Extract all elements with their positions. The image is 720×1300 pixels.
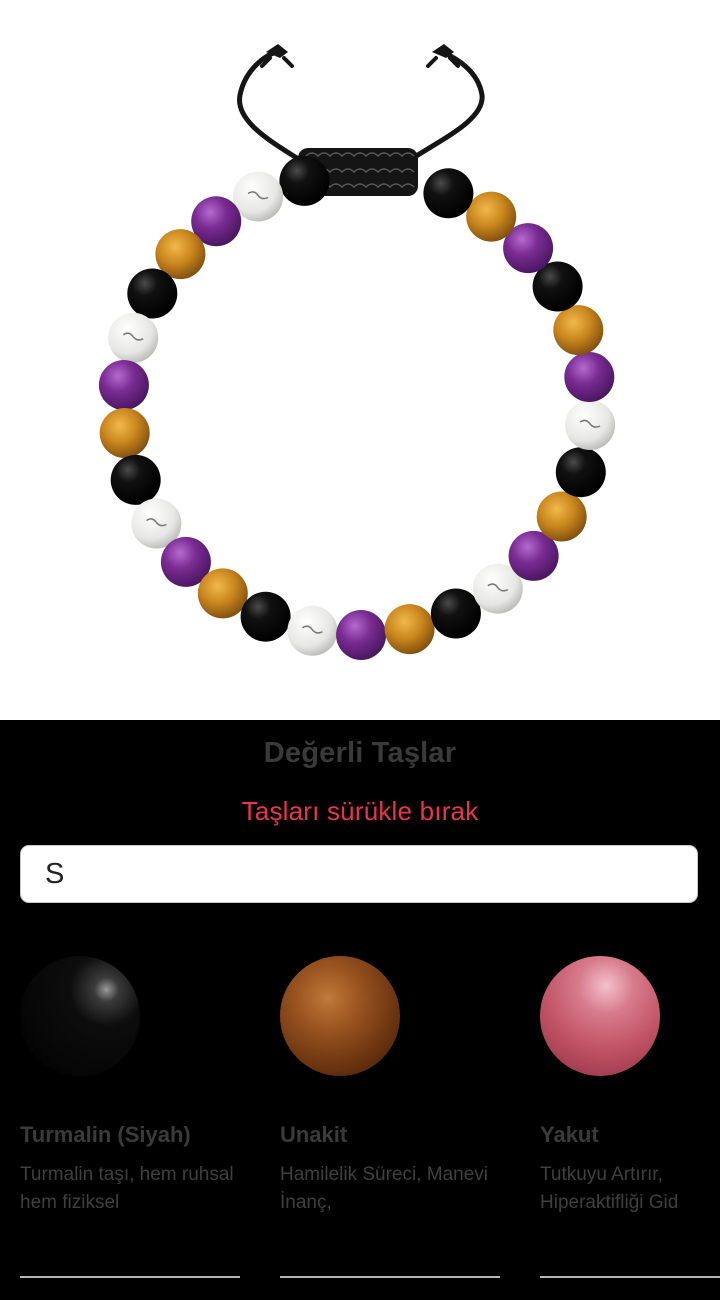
- divider: [280, 1276, 500, 1278]
- tiger-bead[interactable]: [197, 568, 248, 619]
- purple-bead[interactable]: [336, 610, 387, 660]
- cord-left: [237, 49, 303, 163]
- tiger-bead[interactable]: [553, 305, 604, 356]
- purple-bead[interactable]: [564, 352, 615, 402]
- panel-title: Değerli Taşlar: [263, 737, 457, 769]
- black-bead[interactable]: [430, 588, 481, 639]
- stone-description: Tutkuyu Artırır, Hiperaktifliği Gid: [540, 1164, 679, 1213]
- stone-card-unakit[interactable]: Unakit Hamilelik Süreci, Manevi İnanç,: [260, 950, 500, 1280]
- tiger-bead[interactable]: [536, 491, 587, 542]
- stone-image[interactable]: [280, 956, 400, 1076]
- stone-image[interactable]: [540, 956, 660, 1076]
- stone-name: Turmalin (Siyah): [20, 1122, 191, 1147]
- tiger-bead[interactable]: [99, 408, 150, 458]
- bead-ring[interactable]: [98, 155, 616, 660]
- black-bead[interactable]: [423, 168, 474, 219]
- search-input[interactable]: [20, 845, 698, 903]
- stone-name: Unakit: [280, 1122, 348, 1147]
- cord-right: [407, 49, 485, 163]
- bracelet-canvas[interactable]: [0, 0, 720, 720]
- black-bead[interactable]: [555, 447, 606, 498]
- tiger-bead[interactable]: [384, 604, 435, 655]
- black-bead[interactable]: [279, 155, 330, 206]
- drag-drop-hint: Taşları sürükle bırak: [241, 796, 479, 826]
- stone-description: Turmalin taşı, hem ruhsal hem fiziksel: [20, 1164, 234, 1213]
- bracelet-preview[interactable]: [0, 0, 720, 720]
- stone-card-yakut[interactable]: Yakut Tutkuyu Artırır, Hiperaktifliği Gi…: [520, 950, 720, 1280]
- divider: [20, 1276, 240, 1278]
- tiger-bead[interactable]: [466, 191, 517, 242]
- black-bead[interactable]: [110, 454, 161, 505]
- black-bead[interactable]: [240, 591, 291, 642]
- gemstone-panel: Değerli Taşlar Taşları sürükle bırak Tur…: [0, 720, 720, 1300]
- stone-card-turmalin[interactable]: Turmalin (Siyah) Turmalin taşı, hem ruhs…: [0, 950, 240, 1280]
- stone-image[interactable]: [20, 956, 140, 1076]
- stone-name: Yakut: [540, 1122, 599, 1147]
- black-bead[interactable]: [127, 268, 178, 319]
- divider: [540, 1276, 720, 1278]
- stone-description: Hamilelik Süreci, Manevi İnanç,: [280, 1164, 489, 1213]
- purple-bead[interactable]: [98, 360, 149, 410]
